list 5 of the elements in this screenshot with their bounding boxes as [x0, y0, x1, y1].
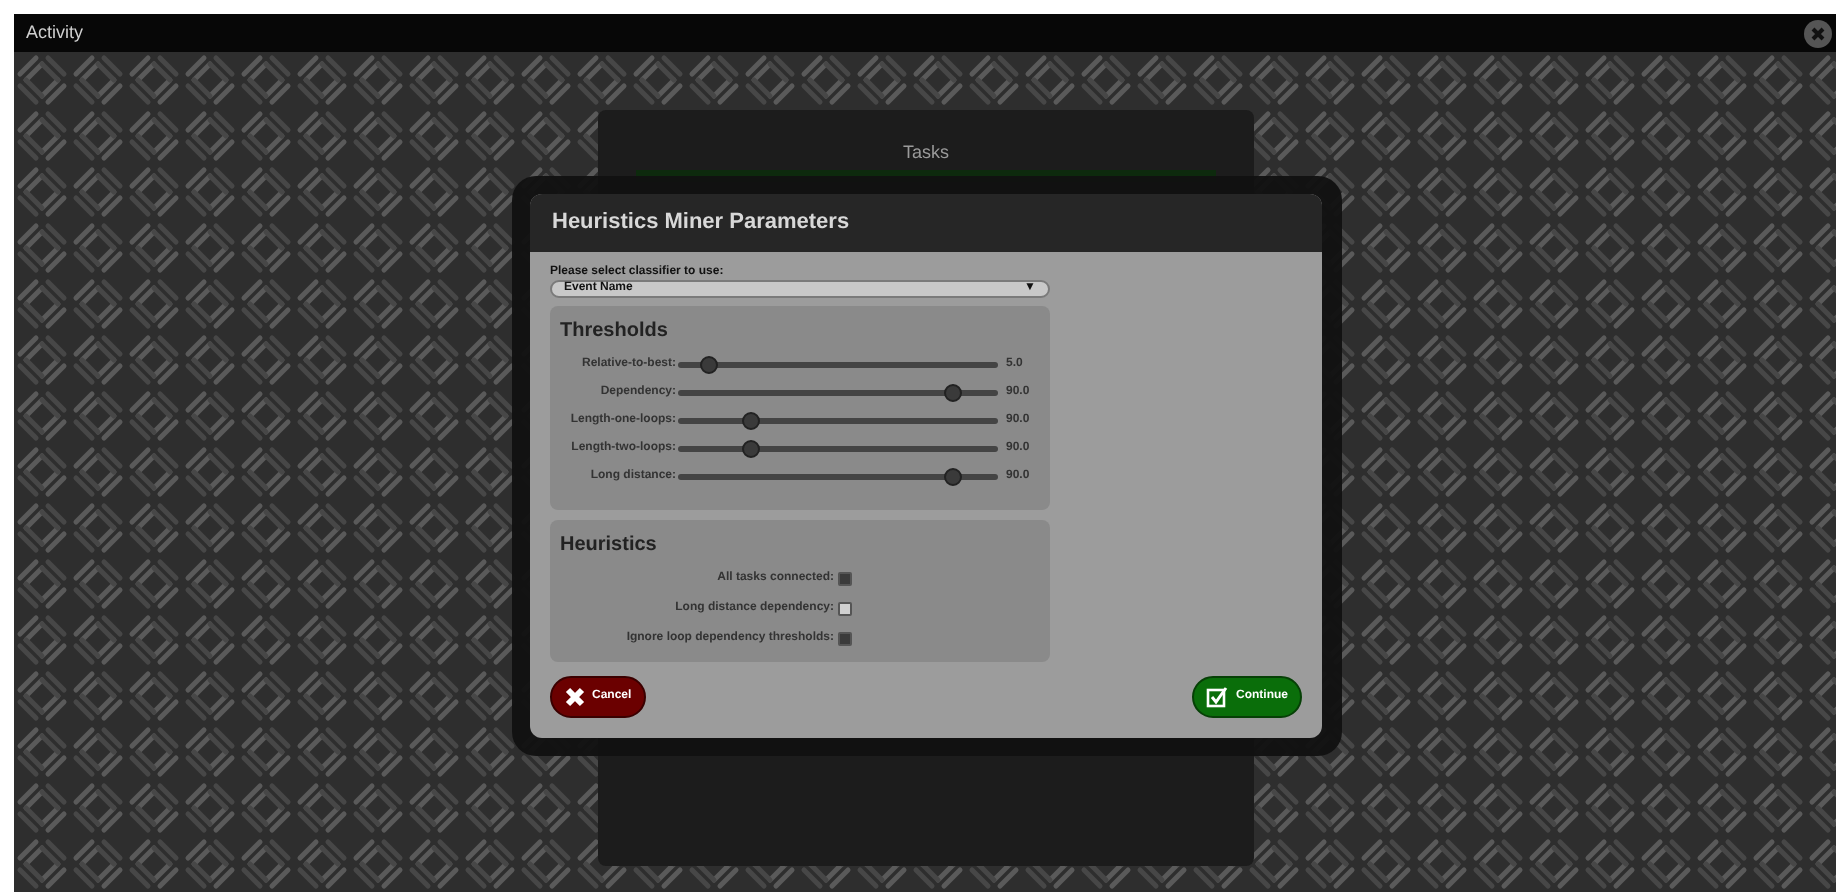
window-title: Activity [26, 19, 84, 46]
dialog-title: Heuristics Miner Parameters [552, 208, 850, 239]
section-title: Thresholds [560, 318, 670, 346]
section-title: Heuristics [560, 532, 659, 560]
panel-title: Tasks [902, 140, 949, 166]
